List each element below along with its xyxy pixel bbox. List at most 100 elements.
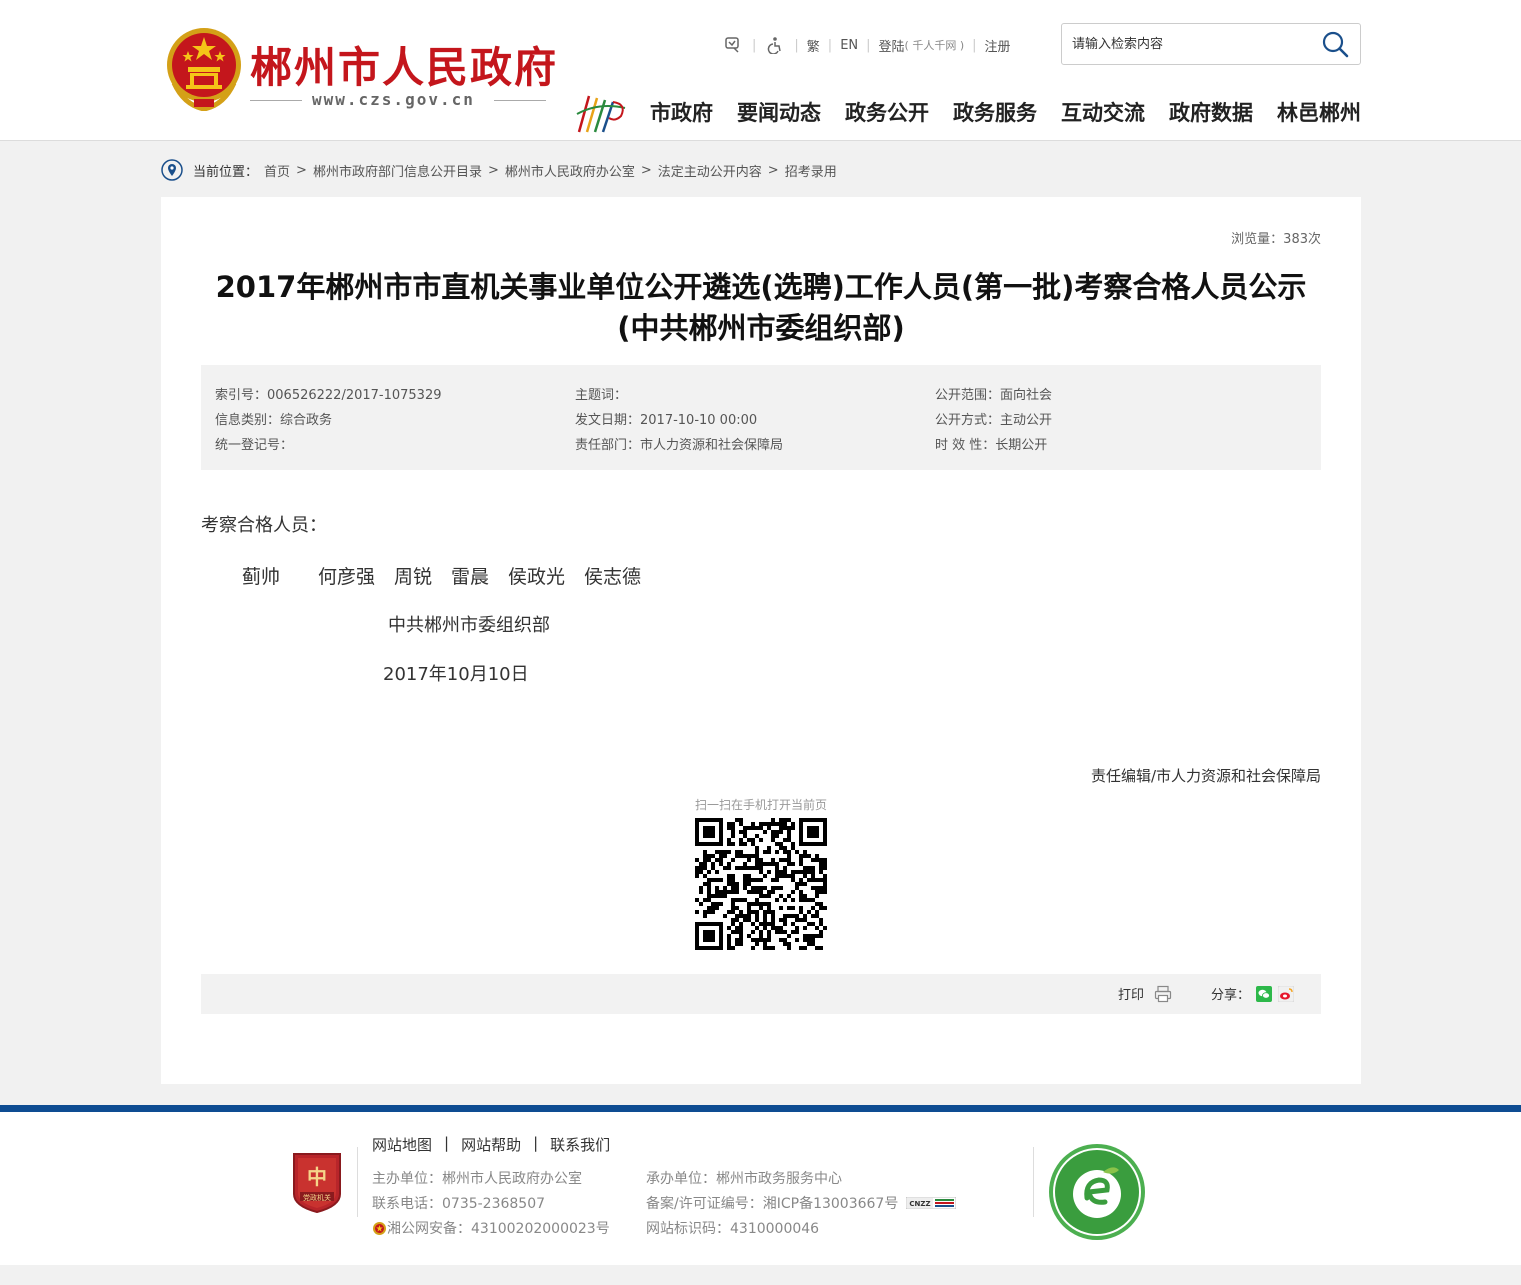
top-links: | | 繁 | EN | 登陆 ( 千人千网 ) | 注册 (722, 34, 1011, 56)
english-link[interactable]: EN (840, 38, 858, 53)
qr-code-icon (695, 818, 827, 950)
separator: | (533, 1134, 539, 1152)
footer-bottom-strip (0, 1265, 1521, 1285)
breadcrumb-item-recruitment[interactable]: 招考录用 (785, 161, 837, 180)
nav-item-news[interactable]: 要闻动态 (737, 97, 821, 127)
site-url: www.czs.gov.cn (312, 90, 475, 109)
footer-links: 网站地图 | 网站帮助 | 联系我们 (372, 1134, 610, 1155)
breadcrumb-separator: > (767, 162, 779, 178)
login-sub-label: ( 千人千网 ) (904, 39, 965, 52)
cnzz-badge-icon[interactable]: CNZZ (906, 1197, 957, 1209)
body-org: 中共郴州市委组织部 (388, 615, 550, 636)
print-label: 打印 (1118, 988, 1145, 1003)
view-count: 浏览量：383次 (1231, 232, 1321, 247)
printer-icon (1154, 985, 1172, 1002)
party-organ-badge-icon[interactable]: 中 党政机关 (290, 1150, 344, 1214)
meta-keywords: 主题词： (575, 388, 628, 403)
footer-icp[interactable]: 备案/许可证编号：湘ICP备13003667号 (646, 1193, 898, 1213)
body-names: 蓟帅 何彦强 周锐 雷晨 侯政光 侯志德 (242, 566, 642, 588)
svg-text:中: 中 (307, 1165, 327, 1189)
footer-site-code: 网站标识码：4310000046 (646, 1221, 820, 1237)
police-badge-icon (373, 1221, 386, 1235)
article-title-line2: (中共郴州市委组织部) (617, 311, 905, 345)
svg-text:CNZZ: CNZZ (910, 1200, 931, 1208)
article-panel: 浏览量：383次 2017年郴州市市直机关事业单位公开遴选(选聘)工作人员(第一… (161, 197, 1361, 1084)
print-button[interactable]: 打印 (1118, 984, 1172, 1003)
article-title-line1: 2017年郴州市市直机关事业单位公开遴选(选聘)工作人员(第一批)考察合格人员公… (215, 270, 1307, 304)
qr-caption: 扫一扫在手机打开当前页 (695, 798, 828, 812)
meta-scope: 公开范围：面向社会 (935, 388, 1053, 403)
responsible-editor: 责任编辑/市人力资源和社会保障局 (1090, 767, 1321, 785)
nav-item-interaction[interactable]: 互动交流 (1061, 97, 1145, 127)
weibo-icon[interactable] (1278, 985, 1295, 1002)
breadcrumb-lead: 当前位置： (193, 164, 259, 180)
footer-phone: 联系电话：0735-2368507 (372, 1196, 546, 1212)
article-title: 2017年郴州市市直机关事业单位公开遴选(选聘)工作人员(第一批)考察合格人员公… (201, 267, 1321, 349)
nav-item-linyi[interactable]: 林邑郴州 (1277, 97, 1361, 127)
footer-icp-row: 备案/许可证编号：湘ICP备13003667号 CNZZ (646, 1193, 957, 1213)
search-box (1061, 23, 1361, 65)
search-input[interactable] (1072, 33, 1302, 55)
meta-index-no: 索引号：006526222/2017-1075329 (215, 388, 442, 403)
elder-mode-icon[interactable] (722, 35, 744, 55)
breadcrumb-item-directory[interactable]: 郴州市政府部门信息公开目录 (313, 161, 482, 180)
separator: | (972, 37, 977, 53)
civilization-city-emblem-icon[interactable] (1047, 1142, 1147, 1242)
footer-sponsor: 主办单位：郴州市人民政府办公室 (372, 1171, 582, 1187)
meta-department: 责任部门：市人力资源和社会保障局 (575, 438, 784, 453)
footer-police-row: 湘公网安备：43100202000023号 (372, 1218, 610, 1238)
site-url-row: www.czs.gov.cn (250, 89, 546, 111)
nav-item-data[interactable]: 政府数据 (1169, 97, 1253, 127)
breadcrumb-item-home[interactable]: 首页 (264, 161, 290, 180)
accessibility-icon[interactable] (764, 35, 786, 55)
meta-reg-no: 统一登记号： (215, 438, 294, 453)
linyi-logo-icon (576, 95, 626, 133)
meta-validity: 时 效 性：长期公开 (935, 438, 1048, 453)
footer-police[interactable]: 湘公网安备：43100202000023号 (387, 1218, 610, 1238)
share-group: 分享： (1211, 984, 1295, 1003)
body-date: 2017年10月10日 (383, 664, 529, 685)
search-icon[interactable] (1320, 29, 1350, 59)
footer-divider-bar (0, 1105, 1521, 1112)
breadcrumb-item-office[interactable]: 郴州市人民政府办公室 (505, 161, 635, 180)
site-header: 郴州市人民政府 www.czs.gov.cn | | 繁 | EN | 登陆 (… (0, 0, 1521, 141)
divider (494, 100, 546, 101)
breadcrumb-separator: > (487, 162, 499, 178)
body-intro: 考察合格人员： (201, 515, 327, 536)
article-toolbar: 打印 分享： (201, 974, 1321, 1014)
separator: | (444, 1134, 450, 1152)
nav-item-services[interactable]: 政务服务 (953, 97, 1037, 127)
site-footer: 中 党政机关 网站地图 | 网站帮助 | 联系我们 主办单位：郴州市人民政府办公… (0, 1112, 1521, 1265)
location-pin-icon (161, 159, 183, 181)
separator: | (827, 37, 833, 53)
breadcrumb: 当前位置： 首页 > 郴州市政府部门信息公开目录 > 郴州市人民政府办公室 > … (161, 158, 837, 182)
nav-item-open-government[interactable]: 政务公开 (845, 97, 929, 127)
main-nav: 市政府 要闻动态 政务公开 政务服务 互动交流 政府数据 林邑郴州 (638, 97, 1361, 127)
footer-link-contact[interactable]: 联系我们 (550, 1134, 610, 1155)
wechat-icon[interactable] (1256, 985, 1273, 1002)
metadata-box: 索引号：006526222/2017-1075329 信息类别：综合政务 统一登… (201, 365, 1321, 470)
footer-divider (1033, 1147, 1034, 1217)
breadcrumb-separator: > (640, 162, 652, 178)
login-link[interactable]: 登陆 (879, 36, 905, 55)
meta-date: 发文日期：2017-10-10 00:00 (575, 413, 758, 428)
register-link[interactable]: 注册 (985, 36, 1011, 55)
divider (250, 100, 302, 101)
meta-category: 信息类别：综合政务 (215, 413, 333, 428)
separator: | (752, 37, 757, 53)
national-emblem-icon[interactable] (164, 27, 244, 111)
footer-divider (357, 1147, 358, 1217)
footer-link-help[interactable]: 网站帮助 (461, 1134, 521, 1155)
svg-text:党政机关: 党政机关 (303, 1193, 331, 1202)
traditional-chinese-link[interactable]: 繁 (807, 36, 820, 55)
footer-organizer: 承办单位：郴州市政务服务中心 (646, 1171, 842, 1187)
share-label: 分享： (1211, 988, 1251, 1003)
breadcrumb-item-statutory[interactable]: 法定主动公开内容 (658, 161, 762, 180)
breadcrumb-separator: > (296, 162, 307, 178)
separator: | (866, 37, 871, 53)
footer-link-sitemap[interactable]: 网站地图 (372, 1134, 432, 1155)
separator: | (794, 37, 799, 53)
meta-method: 公开方式：主动公开 (935, 413, 1053, 428)
nav-item-city-government[interactable]: 市政府 (650, 97, 713, 127)
site-name[interactable]: 郴州市人民政府 (250, 34, 558, 95)
